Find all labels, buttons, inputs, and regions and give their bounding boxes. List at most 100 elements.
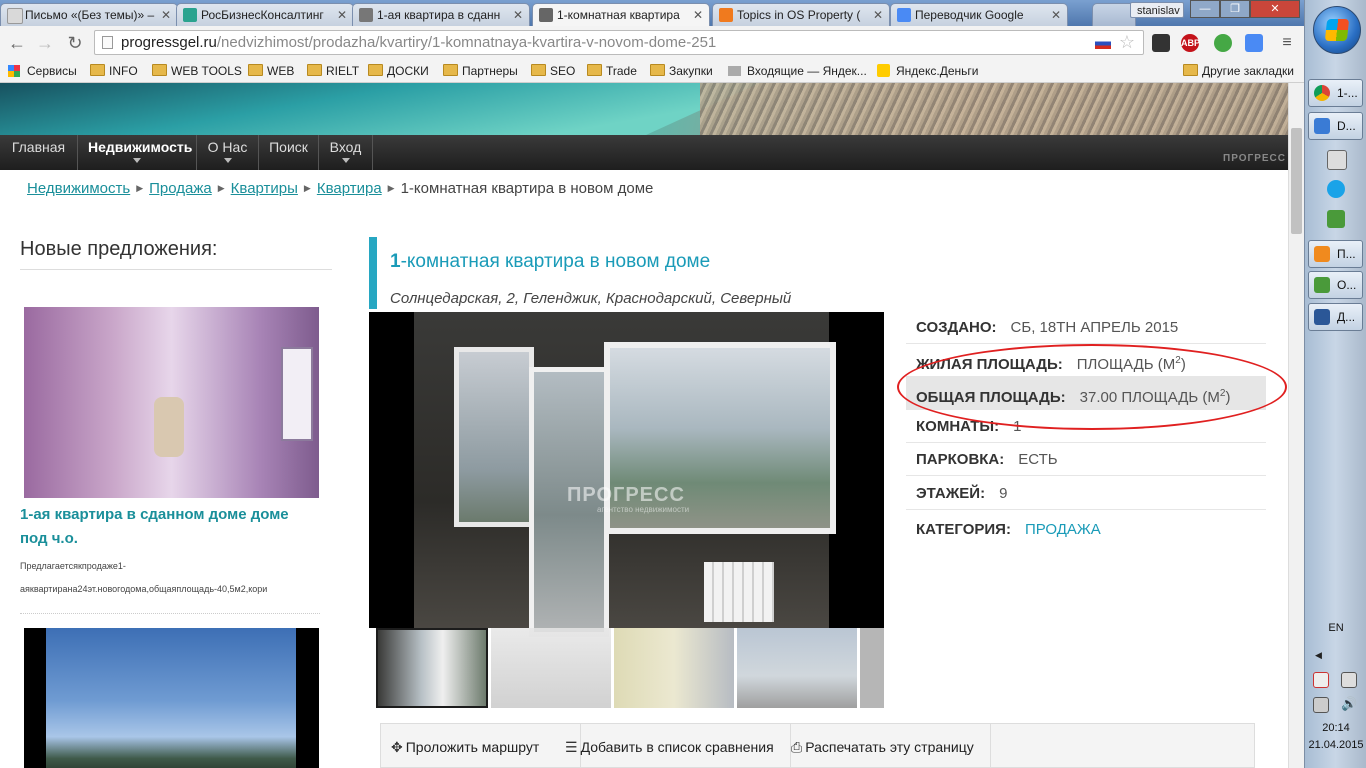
network-icon[interactable]: [1313, 697, 1329, 713]
app-icon: [1314, 277, 1330, 293]
window-icon[interactable]: [1245, 34, 1263, 52]
device-icon[interactable]: [1341, 672, 1357, 688]
document-icon[interactable]: [1327, 150, 1347, 170]
annotation-ellipse: [897, 344, 1287, 430]
os-icon: [719, 8, 733, 22]
bookmarks-bar: Сервисы INFO WEB TOOLS WEB RIELT ДОСКИ П…: [0, 60, 1304, 83]
breadcrumb-link[interactable]: Недвижимость: [27, 180, 130, 197]
listing-title: 1-комнатная квартира в новом доме: [390, 251, 711, 272]
menu-login[interactable]: Вход: [319, 135, 373, 170]
bookmark-folder[interactable]: WEB TOOLS: [152, 63, 242, 79]
folder-icon: [443, 64, 458, 76]
tab-label: Topics in OS Property (: [737, 8, 861, 22]
language-indicator[interactable]: EN: [1305, 622, 1366, 634]
offer-thumbnail[interactable]: [24, 307, 319, 498]
menu-about[interactable]: О Нас: [197, 135, 259, 170]
reload-icon[interactable]: ↻: [64, 32, 86, 54]
tab-rbc[interactable]: РосБизнесКонсалтинг ✕: [176, 3, 354, 26]
taskbar-word[interactable]: Д...: [1308, 303, 1363, 331]
bookmark-inbox[interactable]: Входящие — Яндек...: [728, 63, 867, 79]
folder-icon: [368, 64, 383, 76]
breadcrumb-link[interactable]: Продажа: [149, 180, 212, 197]
close-icon[interactable]: ✕: [693, 4, 703, 26]
detail-category: КАТЕГОРИЯ: ПРОДАЖА: [916, 521, 1101, 538]
maximize-button[interactable]: ❐: [1220, 0, 1250, 18]
photo-thumbnail[interactable]: [860, 628, 884, 708]
site-icon: [359, 8, 373, 22]
tab-offer[interactable]: 1-ая квартира в сданн ✕: [352, 3, 530, 26]
taskbar-player[interactable]: П...: [1308, 240, 1363, 268]
caret-down-icon: [133, 158, 141, 163]
arrow-right-icon: ▶: [136, 183, 144, 193]
bookmark-folder[interactable]: Trade: [587, 63, 637, 79]
close-icon[interactable]: ✕: [1051, 4, 1061, 26]
compare-button[interactable]: ☰ Добавить в список сравнения: [555, 724, 791, 768]
bookmark-other[interactable]: Другие закладки: [1183, 63, 1294, 79]
minimize-button[interactable]: —: [1190, 0, 1220, 18]
bookmark-folder[interactable]: WEB: [248, 63, 294, 79]
category-link[interactable]: ПРОДАЖА: [1025, 521, 1101, 538]
status-icon[interactable]: [1214, 34, 1232, 52]
menu-home[interactable]: Главная: [0, 135, 78, 170]
folder-icon: [307, 64, 322, 76]
adblock-icon[interactable]: ABP: [1181, 34, 1200, 52]
bookmark-folder[interactable]: INFO: [90, 63, 138, 79]
bookmark-folder[interactable]: ДОСКИ: [368, 63, 429, 79]
extension-icon[interactable]: [1152, 34, 1170, 52]
start-button[interactable]: [1313, 6, 1361, 54]
print-button[interactable]: ⎙ Распечатать эту страницу: [781, 724, 991, 768]
tab-translate[interactable]: Переводчик Google ✕: [890, 3, 1068, 26]
taskbar-download[interactable]: D...: [1308, 112, 1363, 140]
bookmark-folder[interactable]: Закупки: [650, 63, 713, 79]
breadcrumb-link[interactable]: Квартиры: [231, 180, 298, 197]
tray-expand-icon[interactable]: ◀: [1315, 650, 1322, 661]
app-icon[interactable]: [1327, 210, 1345, 228]
close-window-button[interactable]: ✕: [1250, 0, 1300, 18]
mail-icon: [728, 66, 741, 76]
back-icon[interactable]: ←: [6, 32, 28, 54]
offer-title-link[interactable]: 1-ая квартира в сданном доме доме под ч.…: [20, 503, 320, 551]
yandex-money-icon: [877, 64, 890, 77]
bookmark-apps[interactable]: Сервисы: [8, 63, 77, 79]
folder-icon: [90, 64, 105, 76]
tab-mail[interactable]: Письмо «(Без темы)» – ✕: [0, 3, 178, 26]
menu-search[interactable]: Поиск: [259, 135, 319, 170]
forward-icon[interactable]: →: [34, 32, 56, 54]
skype-icon[interactable]: [1327, 180, 1345, 198]
photo-thumbnail[interactable]: [376, 628, 488, 708]
close-icon[interactable]: ✕: [873, 4, 883, 26]
user-badge[interactable]: stanislav: [1130, 2, 1184, 18]
tab-os-property[interactable]: Topics in OS Property ( ✕: [712, 3, 890, 26]
scrollbar[interactable]: [1288, 83, 1304, 768]
bookmark-folder[interactable]: SEO: [531, 63, 575, 79]
volume-icon[interactable]: 🔊: [1341, 697, 1357, 711]
bookmark-folder[interactable]: RIELT: [307, 63, 359, 79]
photo-thumbnail[interactable]: [491, 628, 611, 708]
star-icon[interactable]: ☆: [1119, 31, 1135, 54]
bookmark-yandex-money[interactable]: Яндекс.Деньги: [877, 63, 978, 79]
address-bar[interactable]: progressgel.ru/nedvizhimost/prodazha/kva…: [94, 30, 1144, 55]
close-icon[interactable]: ✕: [161, 4, 171, 26]
bookmark-folder[interactable]: Партнеры: [443, 63, 518, 79]
photo-thumbnail[interactable]: [737, 628, 857, 708]
taskbar-chrome[interactable]: 1-...: [1308, 79, 1363, 107]
taskbar-app[interactable]: O...: [1308, 271, 1363, 299]
main-photo[interactable]: ПРОГРЕСС агентство недвижимости: [369, 312, 884, 637]
breadcrumb-link[interactable]: Квартира: [317, 180, 382, 197]
site-logo: ПРОГРЕСС: [1223, 153, 1286, 164]
close-icon[interactable]: ✕: [337, 4, 347, 26]
flag-alert-icon[interactable]: [1313, 672, 1329, 688]
route-button[interactable]: ✥ Проложить маршрут: [381, 724, 581, 768]
close-icon[interactable]: ✕: [513, 4, 523, 26]
web-page: Главная Недвижимость О Нас Поиск Вход ПР…: [0, 83, 1288, 768]
tab-current[interactable]: 1-комнатная квартира ✕: [532, 3, 710, 26]
mail-icon: [7, 8, 23, 24]
offer-thumbnail[interactable]: [24, 628, 319, 768]
clock[interactable]: 20:14 21.04.2015: [1305, 720, 1366, 754]
menu-real-estate[interactable]: Недвижимость: [78, 135, 197, 170]
detail-floors: ЭТАЖЕЙ: 9: [906, 477, 1266, 510]
scrollbar-thumb[interactable]: [1291, 128, 1302, 234]
photo-thumbnail[interactable]: [614, 628, 734, 708]
menu-icon[interactable]: ≡: [1278, 34, 1296, 52]
page-icon: [102, 36, 113, 49]
